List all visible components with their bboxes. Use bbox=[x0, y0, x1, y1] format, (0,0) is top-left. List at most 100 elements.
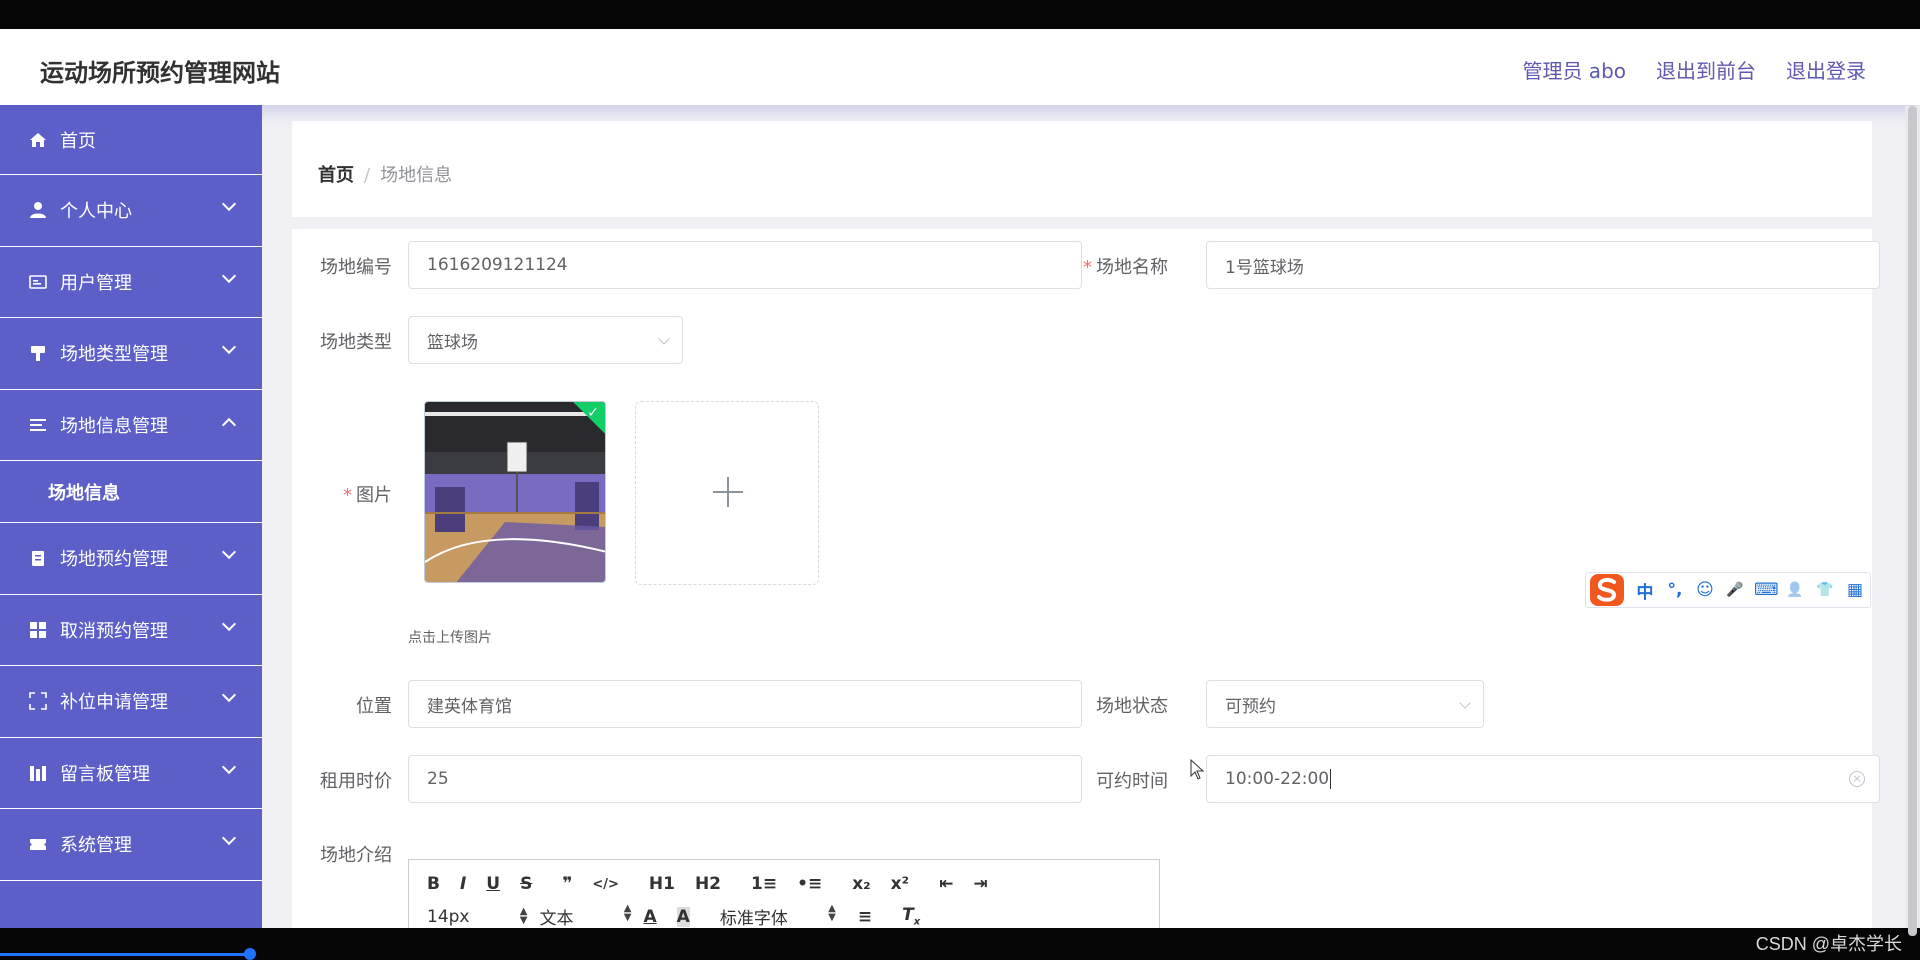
fullscreen-icon bbox=[28, 691, 48, 711]
chevron-down-icon bbox=[221, 196, 237, 212]
sidebar-item-message-board-management[interactable]: 留言板管理 bbox=[0, 738, 262, 809]
sidebar-item-label: 首页 bbox=[60, 130, 96, 152]
sidebar-item-label: 场地类型管理 bbox=[60, 344, 168, 366]
clear-icon[interactable]: × bbox=[1849, 771, 1865, 787]
font-color-button[interactable]: A bbox=[643, 907, 656, 927]
account-icon[interactable]: 👤 bbox=[1784, 582, 1806, 598]
main-content: 首页 / 场地信息 场地编号 1616209121124 * 场地名称 1号篮球场 场… bbox=[262, 105, 1920, 928]
font-family-value: 标准字体 bbox=[719, 909, 788, 928]
chevron-down-icon bbox=[221, 687, 237, 703]
chevron-up-icon bbox=[221, 417, 237, 432]
punctuation-icon[interactable]: °, bbox=[1664, 580, 1686, 600]
plus-icon bbox=[713, 477, 743, 507]
available-time-value: 10:00-22:00 bbox=[1225, 769, 1330, 789]
font-family-select[interactable]: 标准字体 ▲ ▼ bbox=[719, 904, 836, 929]
venue-name-label: * 场地名称 bbox=[1083, 257, 1168, 278]
sidebar-item-label: 个人中心 bbox=[60, 201, 132, 223]
ime-toolbar[interactable]: 中 °, ☺ 🎤 ⌨ 👤 👕 ▦ bbox=[1585, 572, 1871, 608]
brush-icon bbox=[28, 343, 48, 363]
video-progress-bar[interactable] bbox=[0, 953, 250, 956]
underline-button[interactable]: U bbox=[486, 874, 500, 894]
rich-text-editor[interactable]: B I U S ❞ </> H1 H2 1≡ •≡ x₂ x² ⇤ ⇥ 14px… bbox=[408, 859, 1160, 928]
background-color-button[interactable]: A bbox=[676, 906, 690, 927]
toolbox-icon[interactable]: ▦ bbox=[1844, 580, 1866, 600]
bold-button[interactable]: B bbox=[427, 874, 440, 894]
editor-toolbar-row-1: B I U S ❞ </> H1 H2 1≡ •≡ x₂ x² ⇤ ⇥ bbox=[427, 874, 1008, 894]
venue-type-select[interactable]: 篮球场 bbox=[408, 316, 683, 364]
available-time-input[interactable]: 10:00-22:00 × bbox=[1206, 755, 1880, 803]
sidebar-item-label: 补位申请管理 bbox=[60, 692, 168, 714]
video-progress-handle[interactable] bbox=[244, 948, 256, 960]
blockquote-button[interactable]: ❞ bbox=[562, 874, 572, 894]
block-type-value: 文本 bbox=[539, 909, 574, 928]
uploaded-venue-image[interactable]: ✓ bbox=[424, 401, 606, 583]
exit-to-frontend-link[interactable]: 退出到前台 bbox=[1656, 55, 1756, 84]
sidebar-item-venue-info-management[interactable]: 场地信息管理 bbox=[0, 390, 262, 461]
updown-icon: ▲ ▼ bbox=[519, 905, 528, 926]
bullet-list-button[interactable]: •≡ bbox=[797, 874, 822, 894]
board-icon bbox=[28, 763, 48, 783]
code-block-button[interactable]: </> bbox=[592, 877, 619, 892]
logout-link[interactable]: 退出登录 bbox=[1786, 55, 1866, 84]
chinese-mode-icon[interactable]: 中 bbox=[1634, 578, 1656, 603]
heading1-button[interactable]: H1 bbox=[649, 874, 675, 894]
keyboard-icon[interactable]: ⌨ bbox=[1754, 580, 1779, 600]
sidebar-item-venue-type-management[interactable]: 场地类型管理 bbox=[0, 318, 262, 390]
sidebar: 首页 个人中心 用户管理 场地类型管理 场地信息管理 场地信息 场地预约管理 取… bbox=[0, 105, 262, 928]
chevron-down-icon bbox=[221, 759, 237, 774]
chevron-down-icon bbox=[658, 333, 670, 345]
venue-name-input[interactable]: 1号篮球场 bbox=[1206, 241, 1880, 289]
header-links: 管理员 abo 退出到前台 退出登录 bbox=[1522, 55, 1866, 84]
site-title: 运动场所预约管理网站 bbox=[40, 59, 280, 87]
emoji-icon[interactable]: ☺ bbox=[1694, 580, 1716, 600]
superscript-button[interactable]: x² bbox=[891, 874, 909, 894]
block-type-select[interactable]: 文本 ▲ ▼ bbox=[539, 904, 631, 929]
check-icon: ✓ bbox=[587, 405, 599, 421]
sidebar-subitem-venue-info[interactable]: 场地信息 bbox=[0, 461, 262, 523]
image-upload-button[interactable] bbox=[635, 401, 819, 585]
intro-label: 场地介绍 bbox=[320, 845, 392, 866]
ordered-list-button[interactable]: 1≡ bbox=[751, 874, 777, 894]
admin-user-link[interactable]: 管理员 abo bbox=[1522, 55, 1626, 84]
skin-icon[interactable]: 👕 bbox=[1814, 582, 1836, 598]
heading2-button[interactable]: H2 bbox=[695, 874, 721, 894]
home-icon bbox=[28, 130, 48, 150]
sidebar-item-label: 系统管理 bbox=[60, 835, 132, 857]
scrollbar-thumb[interactable] bbox=[1908, 106, 1917, 936]
page-scrollbar[interactable] bbox=[1905, 106, 1920, 936]
image-label: * 图片 bbox=[343, 485, 392, 506]
sidebar-item-fill-in-management[interactable]: 补位申请管理 bbox=[0, 666, 262, 738]
breadcrumb-card: 首页 / 场地信息 bbox=[292, 121, 1872, 217]
basketball-court-photo bbox=[425, 402, 605, 582]
breadcrumb-home[interactable]: 首页 bbox=[318, 165, 354, 186]
location-input[interactable]: 建英体育馆 bbox=[408, 680, 1082, 728]
ticket-icon bbox=[28, 834, 48, 854]
venue-no-input[interactable]: 1616209121124 bbox=[408, 241, 1082, 289]
sidebar-item-personal-center[interactable]: 个人中心 bbox=[0, 175, 262, 247]
upload-tip: 点击上传图片 bbox=[408, 630, 492, 646]
align-button[interactable]: ≡ bbox=[858, 907, 872, 927]
sidebar-item-home[interactable]: 首页 bbox=[0, 105, 262, 175]
clear-format-button[interactable]: Tx bbox=[902, 905, 920, 927]
video-top-bar bbox=[0, 0, 1920, 29]
chevron-down-icon bbox=[221, 544, 237, 560]
top-header: 运动场所预约管理网站 管理员 abo 退出到前台 退出登录 bbox=[0, 29, 1920, 105]
available-time-label: 可约时间 bbox=[1096, 771, 1168, 792]
video-bottom-bar bbox=[0, 928, 1920, 960]
sidebar-item-cancel-booking-management[interactable]: 取消预约管理 bbox=[0, 595, 262, 666]
app-window: 运动场所预约管理网站 管理员 abo 退出到前台 退出登录 首页 个人中心 用户… bbox=[0, 29, 1920, 928]
price-input[interactable]: 25 bbox=[408, 755, 1082, 803]
sidebar-item-system-management[interactable]: 系统管理 bbox=[0, 809, 262, 881]
outdent-button[interactable]: ⇤ bbox=[939, 874, 953, 894]
sidebar-item-label: 取消预约管理 bbox=[60, 620, 168, 642]
indent-button[interactable]: ⇥ bbox=[973, 874, 987, 894]
strikethrough-button[interactable]: S bbox=[520, 874, 532, 894]
font-size-select[interactable]: 14px ▲ ▼ bbox=[427, 906, 527, 927]
microphone-icon[interactable]: 🎤 bbox=[1724, 582, 1746, 598]
sidebar-item-booking-management[interactable]: 场地预约管理 bbox=[0, 523, 262, 595]
italic-button[interactable]: I bbox=[460, 874, 466, 894]
status-select[interactable]: 可预约 bbox=[1206, 680, 1484, 728]
price-label: 租用时价 bbox=[320, 771, 392, 792]
sidebar-item-user-management[interactable]: 用户管理 bbox=[0, 247, 262, 318]
subscript-button[interactable]: x₂ bbox=[852, 874, 870, 894]
